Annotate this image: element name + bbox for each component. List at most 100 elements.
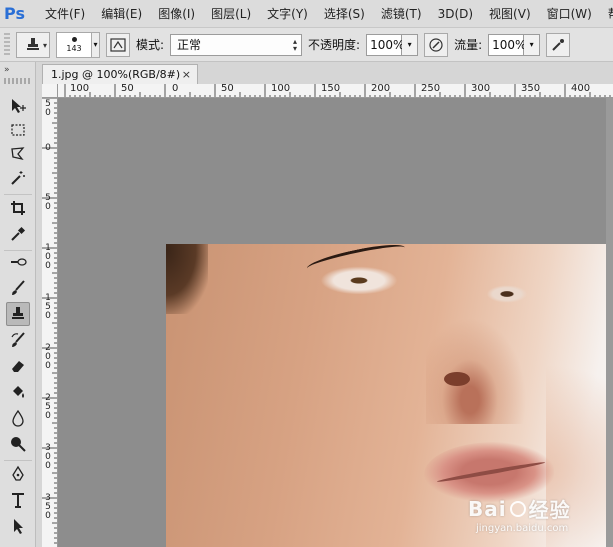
chevron-down-icon: ▾	[42, 40, 47, 50]
lasso-tool[interactable]	[6, 142, 30, 166]
path-selection-icon	[14, 519, 23, 534]
tool-preset-picker[interactable]: ▾	[16, 31, 50, 58]
eyedropper-tool[interactable]	[6, 222, 30, 246]
path-selection-tool[interactable]	[6, 514, 30, 538]
opacity-label: 不透明度:	[308, 38, 361, 52]
paint-bucket-tool[interactable]	[6, 380, 30, 404]
menu-view[interactable]: 视图(V)	[481, 5, 539, 22]
polygonal-lasso-icon	[11, 147, 25, 161]
ruler-label: 400	[571, 84, 591, 94]
brush-tool[interactable]	[6, 276, 30, 300]
ruler-label: 50	[121, 84, 134, 94]
eyedropper-icon	[11, 226, 26, 241]
blur-tool[interactable]	[6, 406, 30, 430]
pen-icon	[12, 465, 24, 481]
mode-label: 模式:	[136, 38, 165, 52]
menu-window[interactable]: 窗口(W)	[539, 5, 600, 22]
move-tool[interactable]	[6, 94, 30, 118]
brush-picker[interactable]: 143 ▾	[56, 31, 100, 58]
mode-value: 正常	[177, 38, 202, 52]
menu-filter[interactable]: 滤镜(T)	[373, 5, 430, 22]
pen-tool[interactable]	[6, 462, 30, 486]
crop-tool[interactable]	[6, 196, 30, 220]
menu-3d[interactable]: 3D(D)	[430, 7, 481, 21]
menu-select[interactable]: 选择(S)	[316, 5, 373, 22]
document-title: 1.jpg @ 100%(RGB/8#)	[51, 68, 181, 81]
mode-select[interactable]: 正常 ▴ ▾	[170, 33, 303, 56]
chevron-down-icon[interactable]: ▾	[524, 33, 541, 56]
ruler-label: 0	[172, 84, 179, 94]
ruler-label: 2 0 0	[45, 343, 51, 371]
photoshop-window: Ps 文件(F) 编辑(E) 图像(I) 图层(L) 文字(Y) 选择(S) 滤…	[0, 0, 613, 547]
history-brush-icon	[11, 332, 25, 347]
eraser-tool[interactable]	[6, 354, 30, 378]
document-tab[interactable]: 1.jpg @ 100%(RGB/8#) ×	[42, 64, 198, 84]
menu-help[interactable]: 帮助	[600, 5, 613, 22]
horizontal-ruler[interactable]: 100 50 0 50 100 150 200 250 300 350 400	[58, 84, 613, 98]
ruler-ticks	[42, 98, 57, 544]
flow-input[interactable]: 100%	[488, 33, 526, 56]
magic-wand-tool[interactable]	[6, 166, 30, 190]
ruler-label: 2 5 0	[45, 393, 51, 421]
menu-bar: Ps 文件(F) 编辑(E) 图像(I) 图层(L) 文字(Y) 选择(S) 滤…	[0, 0, 613, 28]
toolbox-grip[interactable]	[4, 78, 31, 84]
ruler-label: 100	[271, 84, 291, 94]
type-tool[interactable]	[6, 488, 30, 512]
vertical-ruler[interactable]: 5 0 0 5 0 1 0 0 1 5 0 2 0 0 2 5 0 3 0 0 …	[42, 98, 58, 547]
clone-stamp-icon	[12, 307, 24, 319]
flow-control[interactable]: 100% ▾	[488, 33, 541, 56]
brush-panel-icon	[110, 37, 126, 52]
clone-stamp-tool[interactable]	[6, 302, 30, 326]
watermark-text: Bai	[468, 496, 507, 521]
marquee-tool[interactable]	[6, 118, 30, 142]
options-bar: ▾ 143 ▾ 模式: 正常 ▴ ▾ 不透明度: 100% ▾ 流量: 100%…	[0, 28, 613, 62]
brush-size: 143	[66, 43, 82, 53]
paw-icon	[509, 500, 526, 517]
menu-edit[interactable]: 编辑(E)	[93, 5, 150, 22]
brush-preview[interactable]: 143	[56, 31, 92, 58]
toggle-brush-panel-button[interactable]	[106, 32, 130, 57]
pen-pressure-icon	[429, 37, 443, 52]
toolbox-collapse[interactable]: »	[0, 62, 35, 78]
menu-file[interactable]: 文件(F)	[37, 5, 93, 22]
menu-layer[interactable]: 图层(L)	[203, 5, 259, 22]
ruler-label: 300	[471, 84, 491, 94]
close-icon[interactable]: ×	[182, 68, 191, 81]
ruler-label: 100	[70, 84, 90, 94]
brush-icon	[12, 280, 25, 295]
clone-stamp-icon	[27, 37, 39, 50]
chevron-down-icon[interactable]: ▾	[402, 33, 419, 56]
opacity-input[interactable]: 100%	[366, 33, 404, 56]
crop-icon	[11, 201, 25, 215]
flow-label: 流量:	[454, 38, 483, 52]
ruler-label: 0	[45, 143, 51, 153]
ruler-label: 3 5 0	[45, 493, 51, 521]
toolbox-divider	[4, 460, 32, 461]
ruler-label: 350	[521, 84, 541, 94]
dodge-tool[interactable]	[6, 432, 30, 456]
menu-image[interactable]: 图像(I)	[150, 5, 203, 22]
dodge-icon	[11, 437, 26, 452]
opacity-control[interactable]: 100% ▾	[366, 33, 419, 56]
image-nose	[426, 304, 536, 424]
ruler-label: 200	[371, 84, 391, 94]
menu-type[interactable]: 文字(Y)	[259, 5, 316, 22]
canvas-area[interactable]	[58, 98, 613, 547]
spot-healing-icon	[11, 258, 27, 266]
rectangle-marquee-icon	[11, 124, 25, 136]
ruler-origin[interactable]	[42, 84, 58, 98]
healing-brush-tool[interactable]	[6, 250, 30, 274]
toolbox-divider	[4, 194, 32, 195]
airbrush-icon	[552, 38, 565, 51]
chevron-down-icon[interactable]: ▾	[92, 31, 100, 58]
options-grip[interactable]	[4, 32, 10, 57]
ruler-label: 3 0 0	[45, 443, 51, 471]
brush-tip-icon	[71, 36, 77, 42]
airbrush-button[interactable]	[546, 32, 571, 57]
image-nostril	[444, 372, 470, 386]
watermark-url: jingyan.baidu.com	[476, 523, 569, 534]
history-brush-tool[interactable]	[6, 328, 30, 352]
ruler-label: 50	[221, 84, 234, 94]
photoshop-logo: Ps	[4, 4, 25, 23]
pressure-opacity-button[interactable]	[424, 32, 449, 57]
